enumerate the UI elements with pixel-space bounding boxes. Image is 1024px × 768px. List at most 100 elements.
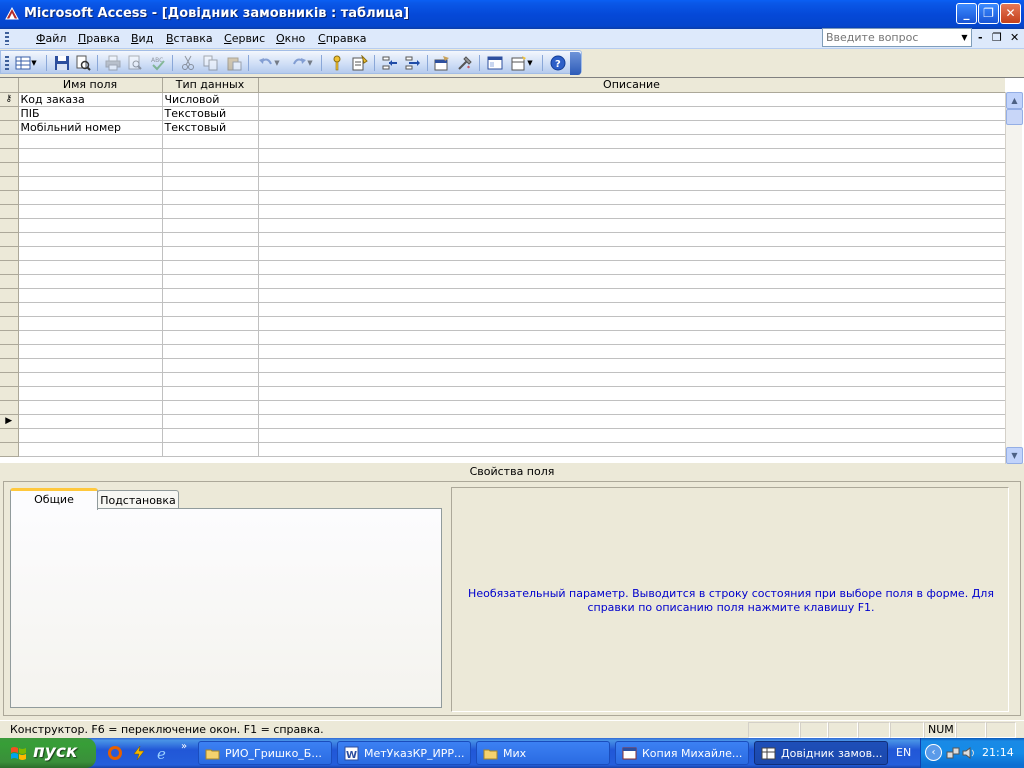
- column-header-description[interactable]: Описание: [258, 78, 1005, 93]
- toolbar-options-button[interactable]: [570, 52, 581, 75]
- data-type-cell[interactable]: [162, 274, 259, 289]
- table-row[interactable]: [0, 330, 1005, 345]
- row-selector[interactable]: [0, 400, 19, 415]
- row-selector[interactable]: [0, 190, 19, 205]
- field-name-cell[interactable]: [18, 246, 163, 261]
- data-type-cell[interactable]: [162, 232, 259, 247]
- help-question-box[interactable]: ▼: [822, 28, 972, 47]
- table-row[interactable]: [0, 260, 1005, 275]
- description-cell[interactable]: [258, 190, 1005, 205]
- field-name-cell[interactable]: [18, 372, 163, 387]
- row-selector[interactable]: ⚷: [0, 92, 19, 107]
- data-type-cell[interactable]: [162, 400, 259, 415]
- network-icon[interactable]: [946, 746, 960, 760]
- description-cell[interactable]: [258, 386, 1005, 401]
- view-icon[interactable]: ▼: [11, 54, 41, 72]
- chevron-down-icon[interactable]: ▼: [959, 30, 970, 45]
- row-selector[interactable]: [0, 246, 19, 261]
- description-cell[interactable]: [258, 344, 1005, 359]
- volume-icon[interactable]: [962, 746, 976, 760]
- field-name-cell[interactable]: [18, 344, 163, 359]
- table-row[interactable]: [0, 358, 1005, 373]
- description-cell[interactable]: [258, 316, 1005, 331]
- table-row[interactable]: [0, 316, 1005, 331]
- description-cell[interactable]: [258, 274, 1005, 289]
- description-cell[interactable]: [258, 414, 1005, 429]
- copy-icon[interactable]: [202, 54, 220, 72]
- field-name-cell[interactable]: Мобільний номер: [18, 120, 163, 135]
- table-row[interactable]: [0, 372, 1005, 387]
- field-name-cell[interactable]: [18, 400, 163, 415]
- table-row[interactable]: [0, 386, 1005, 401]
- table-row[interactable]: [0, 204, 1005, 219]
- description-cell[interactable]: [258, 330, 1005, 345]
- restore-button[interactable]: ❐: [978, 3, 999, 24]
- description-cell[interactable]: [258, 148, 1005, 163]
- data-type-cell[interactable]: [162, 428, 259, 443]
- description-cell[interactable]: [258, 162, 1005, 177]
- description-cell[interactable]: [258, 176, 1005, 191]
- redo-icon[interactable]: ▼: [288, 54, 316, 72]
- start-button[interactable]: пуск: [0, 738, 96, 768]
- primary-key-icon[interactable]: [328, 54, 346, 72]
- row-selector[interactable]: [0, 288, 19, 303]
- scroll-down-icon[interactable]: ▼: [1006, 447, 1023, 464]
- data-type-cell[interactable]: [162, 288, 259, 303]
- mdi-minimize-button[interactable]: -: [978, 31, 983, 44]
- row-selector[interactable]: [0, 120, 19, 135]
- row-selector[interactable]: [0, 428, 19, 443]
- data-type-cell[interactable]: [162, 204, 259, 219]
- field-name-cell[interactable]: [18, 386, 163, 401]
- field-name-cell[interactable]: [18, 330, 163, 345]
- close-button[interactable]: ✕: [1000, 3, 1021, 24]
- insert-rows-icon[interactable]: [381, 54, 399, 72]
- field-name-cell[interactable]: Код заказа: [18, 92, 163, 107]
- table-row[interactable]: ▶: [0, 414, 1005, 429]
- indexes-icon[interactable]: [351, 54, 369, 72]
- data-type-cell[interactable]: [162, 386, 259, 401]
- table-row[interactable]: [0, 400, 1005, 415]
- print-preview-icon[interactable]: [126, 54, 144, 72]
- table-row[interactable]: [0, 288, 1005, 303]
- field-name-cell[interactable]: ПІБ: [18, 106, 163, 121]
- data-type-cell[interactable]: [162, 260, 259, 275]
- undo-icon[interactable]: ▼: [255, 54, 283, 72]
- field-name-cell[interactable]: [18, 190, 163, 205]
- description-cell[interactable]: [258, 232, 1005, 247]
- table-row[interactable]: [0, 274, 1005, 289]
- grid-vertical-scrollbar[interactable]: ▲ ▼: [1005, 92, 1023, 464]
- row-selector[interactable]: [0, 232, 19, 247]
- menu-tools[interactable]: Сервис: [224, 32, 265, 45]
- paste-icon[interactable]: [225, 54, 243, 72]
- print-icon[interactable]: [104, 54, 122, 72]
- field-name-cell[interactable]: [18, 232, 163, 247]
- table-row[interactable]: ⚷ Код заказа Числовой: [0, 92, 1005, 107]
- field-name-cell[interactable]: [18, 218, 163, 233]
- delete-rows-icon[interactable]: [404, 54, 422, 72]
- table-row[interactable]: [0, 232, 1005, 247]
- row-selector[interactable]: [0, 106, 19, 121]
- menu-window[interactable]: Окно: [276, 32, 305, 45]
- row-selector[interactable]: [0, 302, 19, 317]
- table-row[interactable]: ПІБ Текстовый: [0, 106, 1005, 121]
- table-row[interactable]: [0, 442, 1005, 457]
- description-cell[interactable]: [258, 134, 1005, 149]
- new-object-icon[interactable]: ▼: [507, 54, 537, 72]
- properties-icon[interactable]: [433, 54, 451, 72]
- description-cell[interactable]: [258, 428, 1005, 443]
- database-window-icon[interactable]: [486, 54, 504, 72]
- description-cell[interactable]: [258, 260, 1005, 275]
- description-cell[interactable]: [258, 358, 1005, 373]
- table-row[interactable]: [0, 134, 1005, 149]
- field-name-cell[interactable]: [18, 134, 163, 149]
- field-name-cell[interactable]: [18, 162, 163, 177]
- table-row[interactable]: [0, 344, 1005, 359]
- field-name-cell[interactable]: [18, 176, 163, 191]
- data-type-cell[interactable]: [162, 176, 259, 191]
- data-type-cell[interactable]: [162, 162, 259, 177]
- minimize-button[interactable]: _: [956, 3, 977, 24]
- row-selector[interactable]: [0, 218, 19, 233]
- description-cell[interactable]: [258, 400, 1005, 415]
- data-type-cell[interactable]: [162, 372, 259, 387]
- data-type-cell[interactable]: Текстовый: [162, 120, 259, 135]
